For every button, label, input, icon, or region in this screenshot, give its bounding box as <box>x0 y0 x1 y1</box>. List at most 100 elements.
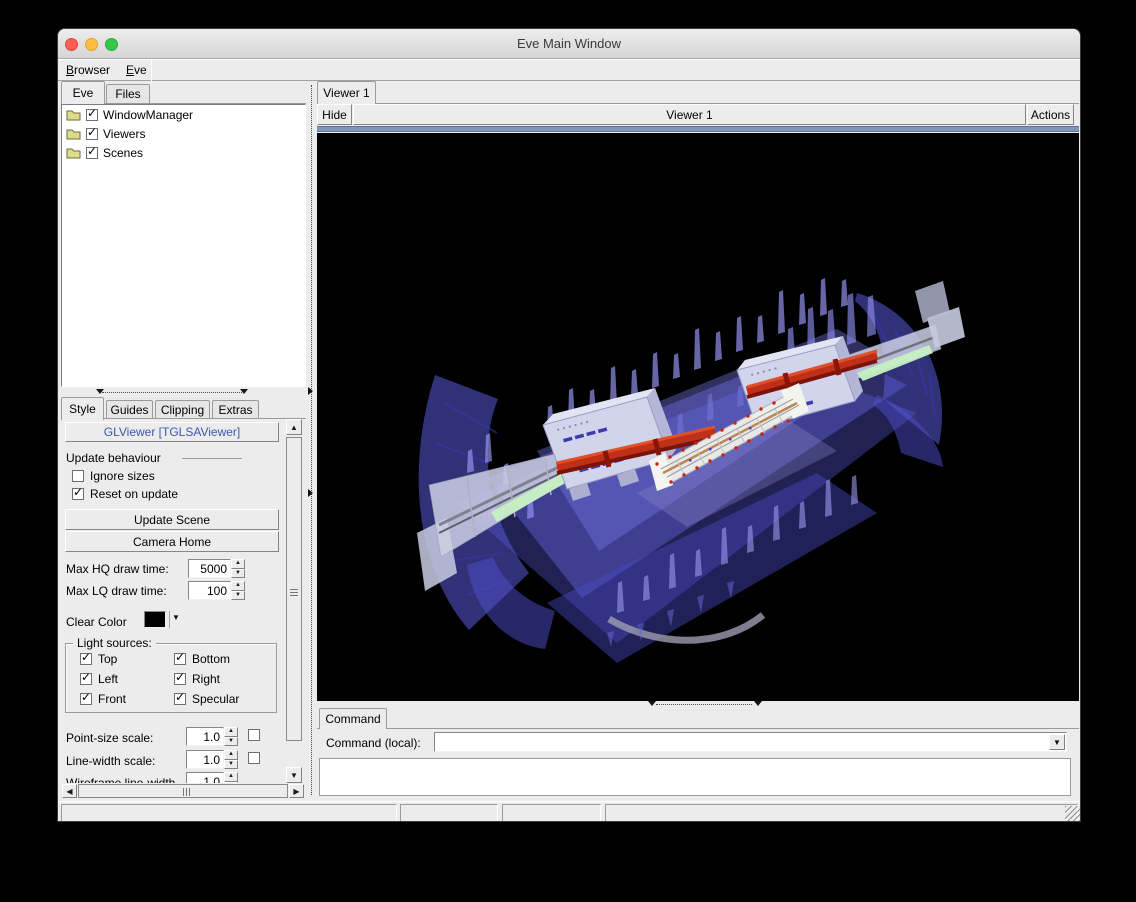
spinner-up-icon[interactable]: ▲ <box>224 772 238 782</box>
tree-item-windowmanager[interactable]: WindowManager <box>62 105 305 124</box>
command-tab-baseline <box>317 728 1079 729</box>
title-bar[interactable]: Eve Main Window <box>58 29 1080 59</box>
camera-home-button[interactable]: Camera Home <box>65 531 279 552</box>
scroll-down-button[interactable]: ▼ <box>286 767 302 783</box>
folder-icon <box>66 109 81 121</box>
max-lq-input[interactable] <box>188 581 231 600</box>
viewer-title-bar[interactable]: Viewer 1 <box>353 104 1026 125</box>
spinner-down-icon[interactable]: ▼ <box>224 737 238 747</box>
point-size-checkbox[interactable] <box>248 729 260 741</box>
tab-files[interactable]: Files <box>106 84 150 104</box>
scroll-down-icon: ▼ <box>290 771 298 780</box>
light-top-checkbox[interactable] <box>80 653 92 665</box>
tab-command[interactable]: Command <box>319 708 387 729</box>
tab-clipping[interactable]: Clipping <box>155 400 210 420</box>
light-bottom-label: Bottom <box>192 652 230 666</box>
spinner-up-icon[interactable]: ▲ <box>231 559 245 569</box>
scroll-right-button[interactable]: ▶ <box>289 784 304 798</box>
spinner-up-icon[interactable]: ▲ <box>231 581 245 591</box>
color-dropdown-arrow-icon[interactable]: ▼ <box>172 613 180 622</box>
line-width-input[interactable] <box>186 750 224 769</box>
ignore-sizes-option[interactable]: Ignore sizes <box>72 469 155 483</box>
tab-viewer-1[interactable]: Viewer 1 <box>317 81 376 104</box>
resize-grip[interactable] <box>1065 806 1080 821</box>
actions-button[interactable]: Actions <box>1027 104 1074 125</box>
light-left-option[interactable]: Left <box>80 672 174 686</box>
light-sources-title: Light sources: <box>73 636 156 650</box>
spinner-up-icon[interactable]: ▲ <box>224 727 238 737</box>
max-hq-input[interactable] <box>188 559 231 578</box>
tab-guides[interactable]: Guides <box>106 400 153 420</box>
gl-viewport[interactable] <box>317 133 1079 701</box>
scroll-up-button[interactable]: ▲ <box>286 419 302 435</box>
glviewer-button[interactable]: GLViewer [TGLSAViewer] <box>65 422 279 442</box>
line-width-label: Line-width scale: <box>66 754 155 768</box>
tree-item-checkbox[interactable] <box>86 147 98 159</box>
light-specular-label: Specular <box>192 692 239 706</box>
menu-divider <box>151 60 152 81</box>
scroll-left-button[interactable]: ◀ <box>62 784 77 798</box>
wireframe-input[interactable] <box>186 772 224 783</box>
light-right-label: Right <box>192 672 220 686</box>
reset-on-update-checkbox[interactable] <box>72 488 84 500</box>
light-front-checkbox[interactable] <box>80 693 92 705</box>
light-front-option[interactable]: Front <box>80 692 174 706</box>
tree-item-label[interactable]: WindowManager <box>103 108 193 122</box>
light-top-option[interactable]: Top <box>80 652 174 666</box>
tab-extras[interactable]: Extras <box>212 400 259 420</box>
ignore-sizes-label: Ignore sizes <box>90 469 155 483</box>
tab-eve[interactable]: Eve <box>61 81 105 104</box>
spinner-down-icon[interactable]: ▼ <box>224 760 238 770</box>
light-specular-checkbox[interactable] <box>174 693 186 705</box>
combo-arrow-icon[interactable]: ▼ <box>1049 734 1065 750</box>
horizontal-scrollbar-thumb[interactable] <box>78 784 288 798</box>
viewer-tab-baseline <box>317 103 1079 104</box>
viewer-selection-strip <box>317 126 1079 132</box>
tab-style[interactable]: Style <box>61 397 104 420</box>
light-specular-option[interactable]: Specular <box>174 692 268 706</box>
point-size-input[interactable] <box>186 727 224 746</box>
scrollbar-grip <box>183 788 190 796</box>
light-right-checkbox[interactable] <box>174 673 186 685</box>
tree-item-scenes[interactable]: Scenes <box>62 143 305 162</box>
close-window-icon[interactable] <box>65 38 78 51</box>
hide-button[interactable]: Hide <box>317 104 352 125</box>
command-input-combo[interactable]: ▼ <box>434 732 1067 752</box>
update-scene-button[interactable]: Update Scene <box>65 509 279 530</box>
reset-on-update-option[interactable]: Reset on update <box>72 487 178 501</box>
folder-icon <box>66 147 81 159</box>
line-width-checkbox[interactable] <box>248 752 260 764</box>
tree-item-checkbox[interactable] <box>86 109 98 121</box>
light-bottom-option[interactable]: Bottom <box>174 652 268 666</box>
splitter-arrow-icon <box>754 701 762 706</box>
status-segment <box>605 804 1078 822</box>
eve-tree: WindowManager Viewers Scenes <box>61 104 306 387</box>
clear-color-swatch[interactable] <box>144 611 166 628</box>
command-output <box>319 758 1071 796</box>
zoom-window-icon[interactable] <box>105 38 118 51</box>
tree-item-label[interactable]: Viewers <box>103 127 145 141</box>
light-bottom-checkbox[interactable] <box>174 653 186 665</box>
menu-browser[interactable]: Browser <box>60 60 116 81</box>
spinner-up-icon[interactable]: ▲ <box>224 750 238 760</box>
light-left-checkbox[interactable] <box>80 673 92 685</box>
menu-eve[interactable]: Eve <box>120 60 153 81</box>
tree-item-viewers[interactable]: Viewers <box>62 124 305 143</box>
light-left-label: Left <box>98 672 118 686</box>
scroll-up-icon: ▲ <box>290 423 298 432</box>
light-sources-group: Light sources: Top Bottom Left Right <box>65 643 277 713</box>
ignore-sizes-checkbox[interactable] <box>72 470 84 482</box>
minimize-window-icon[interactable] <box>85 38 98 51</box>
tree-item-checkbox[interactable] <box>86 128 98 140</box>
wireframe-label: Wireframe line-width <box>66 776 175 783</box>
command-input[interactable] <box>436 734 1048 750</box>
tree-item-label[interactable]: Scenes <box>103 146 143 160</box>
status-segment <box>61 804 397 822</box>
status-segment <box>400 804 498 822</box>
spinner-down-icon[interactable]: ▼ <box>224 782 238 784</box>
vertical-scrollbar-thumb[interactable] <box>286 437 302 741</box>
scroll-right-icon: ▶ <box>293 787 299 796</box>
light-right-option[interactable]: Right <box>174 672 268 686</box>
spinner-down-icon[interactable]: ▼ <box>231 569 245 579</box>
spinner-down-icon[interactable]: ▼ <box>231 591 245 601</box>
